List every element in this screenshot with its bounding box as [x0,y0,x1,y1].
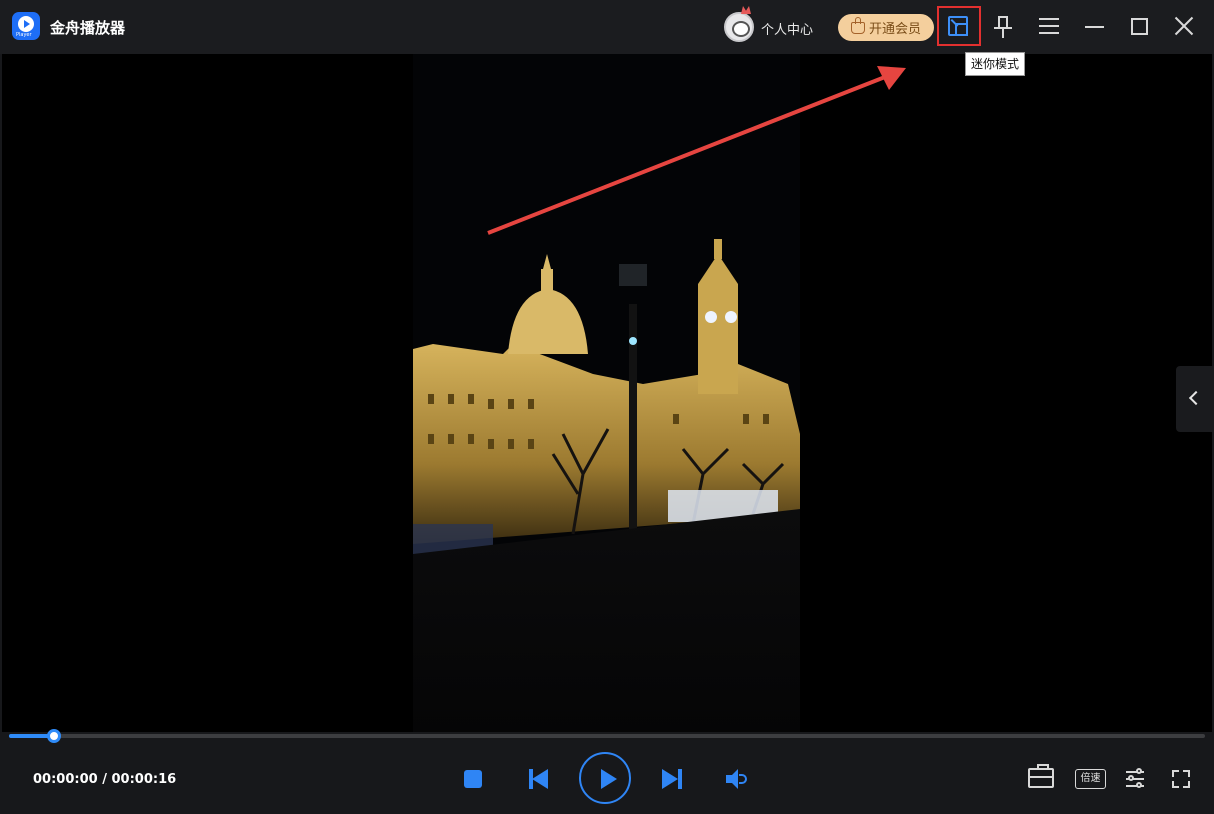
video-frame [413,54,800,732]
minimize-button[interactable] [1085,26,1104,28]
vip-button-label: 开通会员 [868,22,921,37]
video-area[interactable] [2,54,1214,732]
mini-mode-button[interactable] [937,6,981,46]
pin-button[interactable] [990,14,1016,40]
settings-icon [1136,768,1142,774]
control-bar: 00:00:00 / 00:00:16 倍速 [0,744,1214,814]
side-panel-toggle[interactable] [1176,366,1214,432]
speed-button[interactable]: 倍速 [1075,769,1106,789]
play-button[interactable] [579,752,631,804]
close-button[interactable] [1174,16,1194,36]
next-button[interactable] [662,769,682,789]
time-separator: / [97,772,112,787]
user-center-link[interactable]: 个人中心 [761,19,813,38]
maximize-button[interactable] [1131,18,1148,35]
mini-mode-tooltip: 迷你模式 [965,52,1026,76]
stop-button[interactable] [464,770,482,788]
avatar[interactable] [724,12,754,42]
total-time: 00:00:16 [111,772,177,787]
chevron-left-icon [1188,390,1204,406]
menu-icon [1039,18,1059,20]
menu-button[interactable] [1039,17,1059,35]
mini-mode-icon [948,16,968,36]
fullscreen-button[interactable] [1172,770,1190,788]
logo-tag: Player [16,32,32,38]
player-logo-icon: Player [12,12,40,40]
time-display: 00:00:00 / 00:00:16 [33,772,176,787]
progress-handle[interactable] [47,729,62,743]
previous-button[interactable] [529,769,549,789]
fullscreen-icon [1172,770,1179,777]
settings-button[interactable] [1126,768,1144,788]
toolbox-button[interactable] [1028,764,1054,788]
video-content-image [413,54,800,732]
current-time: 00:00:00 [33,772,98,787]
volume-icon [728,769,738,789]
app-title: 金舟播放器 [50,19,126,37]
thumbs-up-icon [850,16,865,34]
vip-button[interactable]: 开通会员 [838,14,934,41]
progress-bar[interactable] [9,729,1205,743]
title-bar: Player 金舟播放器 个人中心 开通会员 [0,0,1214,54]
volume-button[interactable] [726,769,750,789]
